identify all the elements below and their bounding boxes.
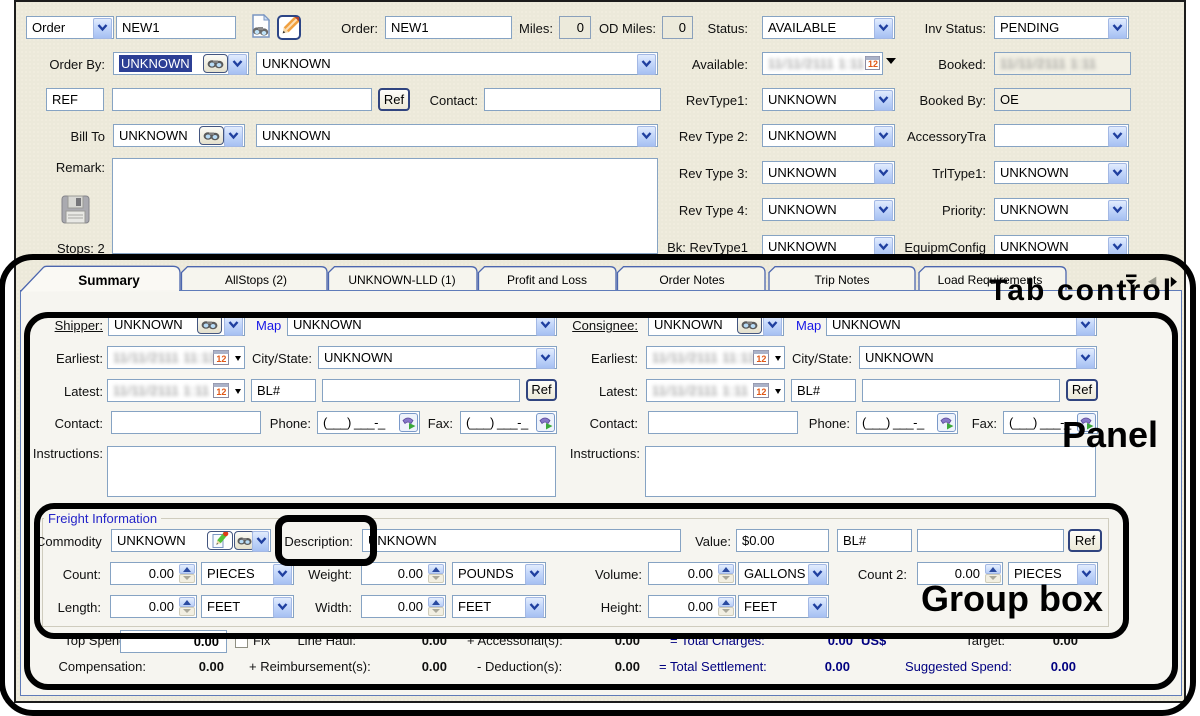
svg-text:12: 12 xyxy=(868,59,878,69)
